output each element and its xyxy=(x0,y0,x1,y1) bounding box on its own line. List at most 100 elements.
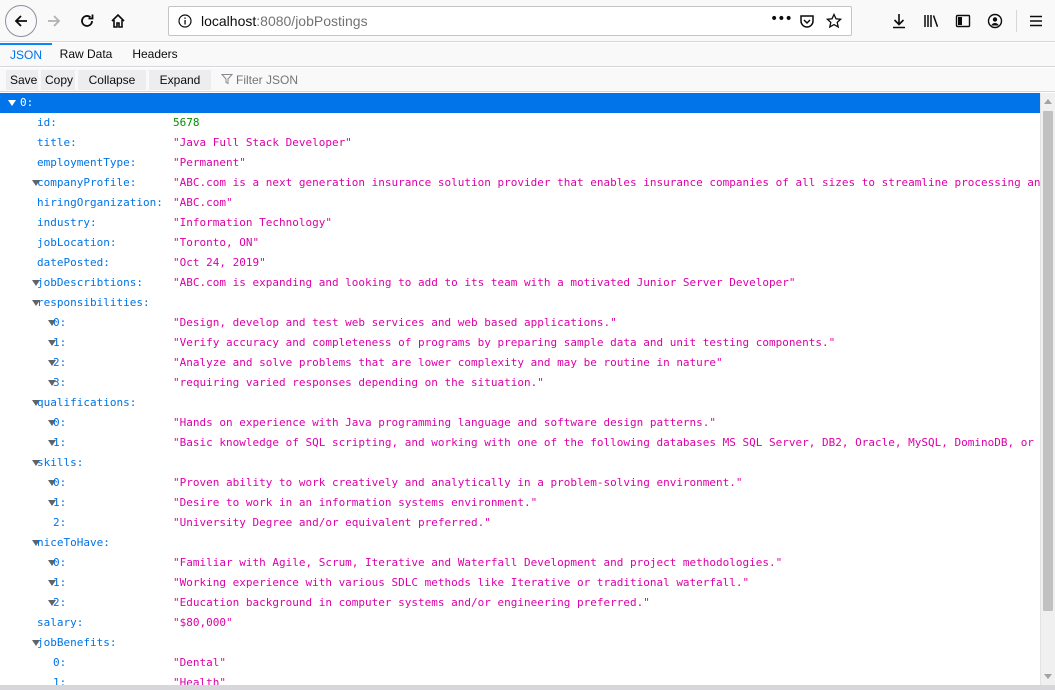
tree-row[interactable]: responsibilities: xyxy=(0,293,1040,313)
json-key: 1: xyxy=(53,496,67,509)
tree-row[interactable]: 2: "Education background in computer syst… xyxy=(0,593,1040,613)
url-path: :8080/jobPostings xyxy=(256,13,368,29)
json-key: 0: xyxy=(53,656,67,669)
library-button[interactable] xyxy=(917,7,945,35)
json-key: niceToHave: xyxy=(37,536,110,549)
tree-row[interactable]: jobLocation: "Toronto, ON" xyxy=(0,233,1040,253)
tree-row[interactable]: 1: "Basic knowledge of SQL scripting, and… xyxy=(0,433,1040,453)
account-icon xyxy=(987,13,1003,29)
json-value: "Permanent" xyxy=(173,156,246,169)
json-value: "Education background in computer system… xyxy=(173,596,650,609)
tree-row[interactable]: 1: "Health" xyxy=(0,673,1040,685)
json-value: "Oct 24, 2019" xyxy=(173,256,266,269)
filter-icon xyxy=(221,74,233,85)
scroll-up-arrow-icon[interactable] xyxy=(1044,99,1052,104)
tree-row[interactable]: companyProfile: "ABC.com is a next genera… xyxy=(0,173,1040,193)
collapse-all-button[interactable]: Collapse All xyxy=(78,70,146,106)
json-value: "Design, develop and test web services a… xyxy=(173,316,617,329)
tree-row[interactable]: niceToHave: xyxy=(0,533,1040,553)
tree-row[interactable]: employmentType: "Permanent" xyxy=(0,153,1040,173)
json-key: 2: xyxy=(53,596,67,609)
json-key: skills: xyxy=(37,456,84,469)
tree-row[interactable]: 0: "Familiar with Agile, Scrum, Iterative… xyxy=(0,553,1040,573)
downloads-button[interactable] xyxy=(885,7,913,35)
tree-row[interactable]: 1: "Working experience with various SDLC … xyxy=(0,573,1040,593)
bookmark-star-icon[interactable] xyxy=(826,13,842,29)
json-key: companyProfile: xyxy=(37,176,137,189)
tree-row[interactable]: 0: "Proven ability to work creatively and… xyxy=(0,473,1040,493)
scrollbar-thumb[interactable] xyxy=(1043,111,1053,611)
json-viewer-tabs: JSON Raw Data Headers xyxy=(0,43,1055,67)
json-key: title: xyxy=(37,136,77,149)
tree-row[interactable]: title: "Java Full Stack Developer" xyxy=(0,133,1040,153)
tab-raw-data[interactable]: Raw Data xyxy=(54,43,118,67)
tree-row[interactable]: 0: "Dental" xyxy=(0,653,1040,673)
filter-json-input[interactable] xyxy=(218,70,418,90)
expand-toggle-icon[interactable] xyxy=(8,100,16,106)
tab-headers[interactable]: Headers xyxy=(124,43,186,67)
url-text[interactable]: localhost:8080/jobPostings xyxy=(201,13,368,29)
tree-row[interactable]: 1: "Desire to work in an information syst… xyxy=(0,493,1040,513)
menu-button[interactable] xyxy=(1022,7,1050,35)
save-button[interactable]: Save xyxy=(6,70,38,90)
tree-row[interactable]: salary: "$80,000" xyxy=(0,613,1040,633)
json-value: "Basic knowledge of SQL scripting, and w… xyxy=(173,436,1040,449)
tree-row[interactable]: 3: "requiring varied responses depending … xyxy=(0,373,1040,393)
reload-button[interactable] xyxy=(73,7,101,35)
tree-row[interactable]: 0: xyxy=(0,93,1040,113)
expand-all-button[interactable]: Expand All xyxy=(149,70,211,106)
json-key: 2: xyxy=(53,516,67,529)
scroll-down-arrow-icon[interactable] xyxy=(1044,674,1052,679)
json-key: 1: xyxy=(53,336,67,349)
tree-row[interactable]: qualifications: xyxy=(0,393,1040,413)
tree-row[interactable]: id: 5678 xyxy=(0,113,1040,133)
json-key: 0: xyxy=(53,476,67,489)
tree-row[interactable]: skills: xyxy=(0,453,1040,473)
tree-row[interactable]: datePosted: "Oct 24, 2019" xyxy=(0,253,1040,273)
account-button[interactable] xyxy=(981,7,1009,35)
json-key: 1: xyxy=(53,676,67,685)
home-button[interactable] xyxy=(104,7,132,35)
page-actions-button[interactable]: ••• xyxy=(770,11,793,27)
pocket-icon[interactable] xyxy=(799,13,815,29)
json-key: jobLocation: xyxy=(37,236,117,249)
json-key: datePosted: xyxy=(37,256,110,269)
json-key: 0: xyxy=(53,556,67,569)
json-value: "University Degree and/or equivalent pre… xyxy=(173,516,491,529)
json-key: 1: xyxy=(53,576,67,589)
tree-row[interactable]: jobDescribtions: "ABC.com is expanding an… xyxy=(0,273,1040,293)
url-bar[interactable]: localhost:8080/jobPostings ••• xyxy=(168,6,852,36)
json-key: 3: xyxy=(53,376,67,389)
json-value: "Analyze and solve problems that are low… xyxy=(173,356,723,369)
json-key: industry: xyxy=(37,216,97,229)
json-value: "Desire to work in an information system… xyxy=(173,496,538,509)
json-value: "$80,000" xyxy=(173,616,233,629)
tree-row[interactable]: 0: "Design, develop and test web services… xyxy=(0,313,1040,333)
json-value: "ABC.com is a next generation insurance … xyxy=(173,176,1040,189)
json-value: "Working experience with various SDLC me… xyxy=(173,576,750,589)
forward-button[interactable] xyxy=(40,7,68,35)
tree-row[interactable]: 1: "Verify accuracy and completeness of p… xyxy=(0,333,1040,353)
json-tree: 0: id: 5678 title: "Java Full Stack Develope… xyxy=(0,93,1040,685)
tree-row[interactable]: hiringOrganization: "ABC.com" xyxy=(0,193,1040,213)
copy-button[interactable]: Copy xyxy=(41,70,75,90)
reload-icon xyxy=(81,14,94,27)
forward-arrow-icon xyxy=(48,15,61,27)
tree-row[interactable]: 2: "Analyze and solve problems that are l… xyxy=(0,353,1040,373)
json-toolbar: Save Copy Collapse All Expand All xyxy=(0,68,1055,106)
sidebar-button[interactable] xyxy=(949,7,977,35)
url-host: localhost xyxy=(201,13,257,29)
json-value: "Familiar with Agile, Scrum, Iterative a… xyxy=(173,556,783,569)
home-icon xyxy=(111,13,125,28)
tree-row[interactable]: 2: "University Degree and/or equivalent p… xyxy=(0,513,1040,533)
back-button[interactable] xyxy=(5,5,37,37)
json-value: "Proven ability to work creatively and a… xyxy=(173,476,743,489)
tree-row[interactable]: jobBenefits: xyxy=(0,633,1040,653)
vertical-scrollbar[interactable] xyxy=(1040,93,1055,685)
json-value: "Java Full Stack Developer" xyxy=(173,136,352,149)
tab-json[interactable]: JSON xyxy=(0,43,52,67)
download-icon xyxy=(893,14,905,29)
tree-row[interactable]: industry: "Information Technology" xyxy=(0,213,1040,233)
json-value: 5678 xyxy=(173,116,200,129)
tree-row[interactable]: 0: "Hands on experience with Java program… xyxy=(0,413,1040,433)
